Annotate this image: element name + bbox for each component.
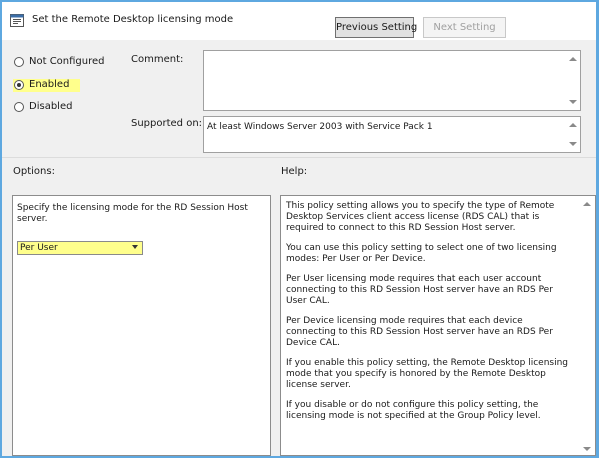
help-paragraph: If you enable this policy setting, the R… — [286, 358, 569, 390]
licensing-mode-selected: Per User — [20, 243, 58, 253]
supported-on-field[interactable]: At least Windows Server 2003 with Servic… — [203, 116, 581, 153]
help-scrollbar[interactable] — [580, 196, 595, 455]
scroll-up-icon[interactable] — [583, 202, 591, 206]
policy-title: Set the Remote Desktop licensing mode — [32, 14, 234, 25]
help-paragraph: Per Device licensing mode requires that … — [286, 316, 553, 348]
help-text-body: This policy setting allows you to specif… — [286, 201, 572, 431]
help-paragraph: Per User licensing mode requires that ea… — [286, 274, 553, 306]
next-setting-button[interactable]: Next Setting — [423, 17, 506, 38]
scroll-up-icon[interactable] — [569, 123, 577, 127]
help-panel[interactable]: This policy setting allows you to specif… — [280, 195, 596, 456]
licensing-mode-dropdown[interactable]: Per User — [17, 241, 143, 255]
radio-enabled-label: Enabled — [29, 79, 70, 90]
comment-scrollbar[interactable] — [566, 51, 580, 110]
scroll-down-icon[interactable] — [569, 100, 577, 104]
licensing-mode-description: Specify the licensing mode for the RD Se… — [17, 203, 248, 224]
radio-not-configured-label: Not Configured — [29, 56, 105, 67]
radio-circle[interactable] — [14, 57, 24, 67]
radio-dot — [17, 83, 21, 87]
options-heading: Options: — [13, 166, 55, 177]
comment-textarea[interactable] — [203, 50, 581, 111]
help-heading: Help: — [281, 166, 308, 177]
supported-on-label: Supported on: — [131, 118, 203, 129]
chevron-down-icon[interactable] — [132, 245, 138, 249]
options-panel: Specify the licensing mode for the RD Se… — [12, 195, 271, 456]
scroll-down-icon[interactable] — [569, 142, 577, 146]
help-paragraph: If you disable or do not configure this … — [286, 400, 541, 421]
supported-on-value: At least Windows Server 2003 with Servic… — [207, 122, 433, 132]
radio-circle[interactable] — [14, 102, 24, 112]
help-paragraph: You can use this policy setting to selec… — [286, 243, 557, 264]
scroll-down-icon[interactable] — [583, 447, 591, 451]
scroll-up-icon[interactable] — [569, 57, 577, 61]
policy-setting-icon — [10, 14, 24, 27]
help-paragraph: This policy setting allows you to specif… — [286, 201, 555, 233]
radio-disabled-label: Disabled — [29, 101, 73, 112]
supported-on-scrollbar[interactable] — [566, 117, 580, 152]
section-divider — [2, 157, 596, 158]
previous-setting-button[interactable]: Previous Setting — [335, 17, 417, 38]
comment-label: Comment: — [131, 54, 184, 65]
radio-circle-selected[interactable] — [14, 80, 24, 90]
